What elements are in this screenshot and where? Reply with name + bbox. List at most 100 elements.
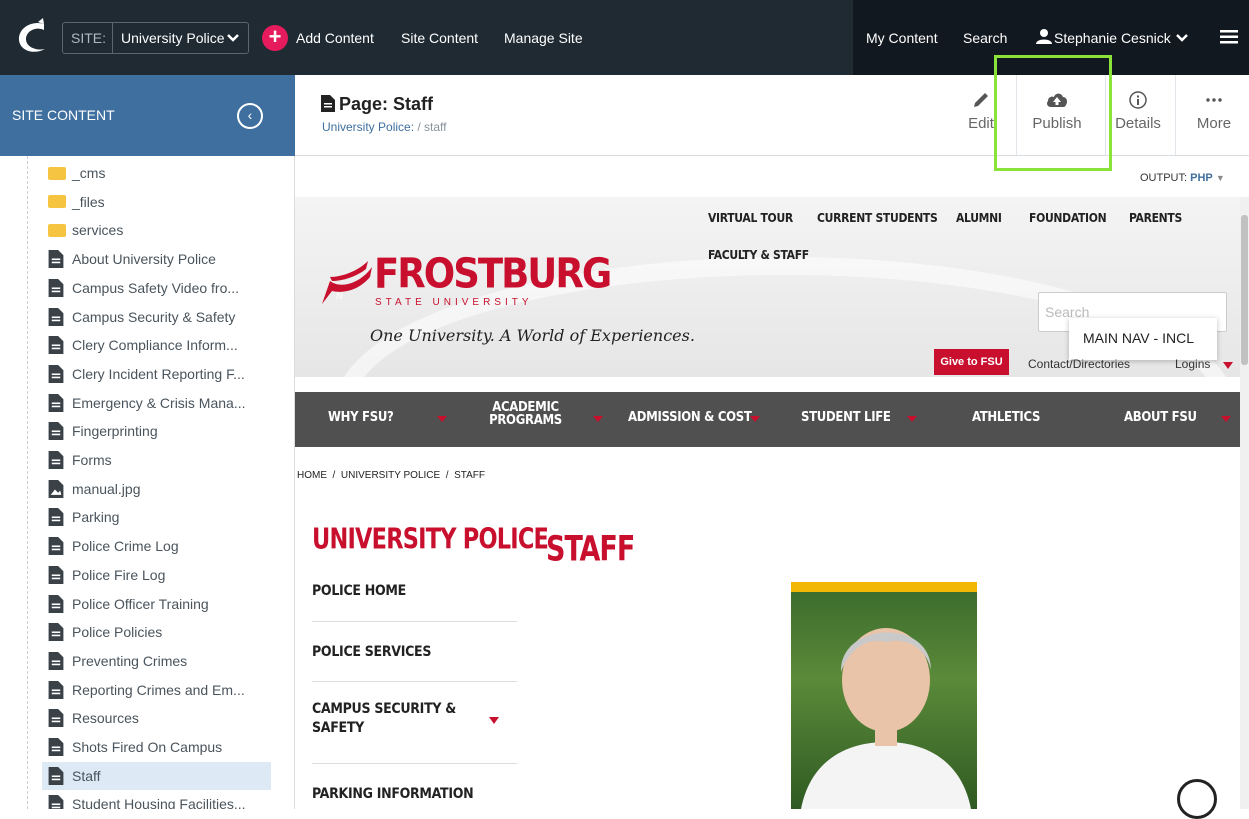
folder-icon (48, 166, 66, 180)
tree-page-item[interactable]: Resources (42, 704, 271, 732)
tree-item-label: Resources (72, 710, 139, 727)
user-menu[interactable]: Stephanie Cesnick (1054, 30, 1171, 46)
utility-link-current-students[interactable]: CURRENT STUDENTS (817, 211, 938, 225)
tree-page-item[interactable]: Student Housing Facilities... (42, 790, 271, 809)
search-link[interactable]: Search (963, 30, 1007, 46)
left-nav-parking-information[interactable]: PARKING INFORMATION (312, 764, 517, 809)
tree-page-item[interactable]: Police Officer Training (42, 590, 271, 618)
page-preview[interactable]: VIRTUAL TOUR CURRENT STUDENTS ALUMNI FOU… (295, 197, 1240, 809)
preview-scrollbar[interactable] (1240, 197, 1249, 809)
tree-page-item[interactable]: manual.jpg (42, 475, 271, 503)
caret-down-icon (593, 416, 603, 422)
more-button[interactable]: More (1192, 91, 1236, 132)
chevron-down-icon (227, 34, 239, 42)
left-nav-police-home[interactable]: POLICE HOME (312, 572, 517, 622)
details-button[interactable]: Details (1110, 91, 1166, 132)
left-nav-campus-security[interactable]: CAMPUS SECURITY & SAFETY (312, 682, 517, 764)
tree-item-label: Staff (72, 767, 101, 784)
tree-page-item[interactable]: Preventing Crimes (42, 647, 271, 675)
tree-page-item[interactable]: Clery Incident Reporting F... (42, 360, 271, 388)
nav-academic-programs[interactable]: ACADEMIC PROGRAMS (488, 401, 563, 427)
tree-page-item[interactable]: Forms (42, 446, 271, 474)
user-icon (1036, 29, 1052, 44)
cascade-logo-icon[interactable] (14, 18, 50, 56)
add-content-plus-icon[interactable]: + (262, 25, 288, 51)
nav-about-fsu[interactable]: ABOUT FSU (1124, 410, 1197, 425)
tree-folder-item[interactable]: _files (42, 188, 271, 216)
site-selector[interactable]: SITE: University Police (62, 22, 249, 54)
details-label: Details (1115, 115, 1161, 132)
tree-page-item[interactable]: Campus Security & Safety (42, 303, 271, 331)
scrollbar-thumb[interactable] (1241, 215, 1248, 365)
toolbar-divider (1175, 75, 1176, 155)
tree-page-item[interactable]: Staff (42, 761, 271, 790)
output-selector[interactable]: OUTPUT: PHP ▼ (1140, 172, 1225, 184)
nav-student-life[interactable]: STUDENT LIFE (801, 410, 891, 425)
tree-page-item[interactable]: Fingerprinting (42, 417, 271, 445)
tree-folder-item[interactable]: services (42, 216, 271, 244)
utility-link-faculty-staff[interactable]: FACULTY & STAFF (708, 248, 809, 262)
tree-item-label: _cms (72, 165, 106, 181)
page-heading: STAFF (546, 529, 635, 570)
folder-icon (48, 195, 66, 209)
tree-item-label: Emergency & Crisis Mana... (72, 394, 246, 411)
site-selector-label: SITE: (63, 23, 114, 53)
give-to-fsu-button[interactable]: Give to FSU (934, 349, 1009, 375)
page-icon (48, 738, 64, 756)
tree-page-item[interactable]: Police Crime Log (42, 532, 271, 560)
utility-link-parents[interactable]: PARENTS (1129, 211, 1182, 225)
tree-page-item[interactable]: Police Fire Log (42, 561, 271, 589)
tree-page-item[interactable]: Shots Fired On Campus (42, 733, 271, 761)
fsu-wordmark-logo[interactable]: FROSTBURG (374, 250, 612, 297)
add-content-link[interactable]: Add Content (296, 30, 374, 46)
main-navigation: WHY FSU? ACADEMIC PROGRAMS ADMISSION & C… (295, 392, 1240, 447)
tree-item-label: _files (72, 193, 105, 210)
utility-link-foundation[interactable]: FOUNDATION (1029, 211, 1107, 225)
breadcrumb-current: / staff (417, 120, 447, 134)
tree-page-item[interactable]: About University Police (42, 245, 271, 273)
utility-link-alumni[interactable]: ALUMNI (956, 211, 1002, 225)
staff-photo (791, 592, 977, 809)
nav-why-fsu[interactable]: WHY FSU? (328, 410, 394, 425)
contact-directories-link[interactable]: Contact/Directories (1028, 357, 1130, 371)
page-icon (48, 393, 64, 412)
sidebar-title: SITE CONTENT (12, 107, 115, 123)
site-content-link[interactable]: Site Content (401, 30, 478, 46)
tree-folder-item[interactable]: _cms (42, 159, 271, 187)
page-icon (48, 651, 64, 670)
page-icon (48, 307, 64, 326)
tree-page-item[interactable]: Police Policies (42, 618, 271, 646)
tree-page-item[interactable]: Reporting Crimes and Em... (42, 676, 271, 704)
fsu-subtitle: STATE UNIVERSITY (375, 297, 533, 308)
nav-admission-cost[interactable]: ADMISSION & COST (628, 410, 752, 425)
page-icon (48, 709, 64, 728)
caret-down-icon (437, 416, 447, 422)
breadcrumb-site-link[interactable]: University Police: (322, 120, 414, 134)
tree-page-item[interactable]: Parking (42, 503, 271, 531)
breadcrumb: University Police: / staff (322, 120, 447, 134)
hamburger-menu-icon[interactable] (1220, 30, 1238, 44)
site-selector-value: University Police (121, 30, 225, 46)
logins-link[interactable]: Logins (1175, 357, 1210, 371)
page-document-icon (321, 95, 335, 112)
page-icon (48, 451, 64, 469)
chevron-down-icon[interactable] (1176, 32, 1188, 44)
accessibility-icon[interactable] (1177, 779, 1217, 819)
collapse-sidebar-icon[interactable]: ‹ (237, 103, 263, 129)
manage-site-link[interactable]: Manage Site (504, 30, 583, 46)
utility-link-virtual-tour[interactable]: VIRTUAL TOUR (708, 211, 793, 225)
tree-item-label: Police Crime Log (72, 538, 179, 555)
tree-page-item[interactable]: Clery Compliance Inform... (42, 331, 271, 359)
site-content-tree[interactable]: _cms _files services About University Polic… (0, 156, 295, 809)
my-content-link[interactable]: My Content (866, 30, 938, 46)
tree-page-item[interactable]: Campus Safety Video fro... (42, 274, 271, 302)
tree-page-item[interactable]: Emergency & Crisis Mana... (42, 389, 271, 417)
nav-athletics[interactable]: ATHLETICS (972, 410, 1040, 425)
caret-down-icon (907, 416, 917, 422)
pencil-icon (974, 93, 988, 107)
page-title: Page: Staff (321, 94, 433, 115)
left-nav-police-services[interactable]: POLICE SERVICES (312, 622, 517, 682)
tree-item-label: Campus Safety Video fro... (72, 279, 240, 296)
caret-down-icon (750, 416, 760, 422)
publish-highlight-box (994, 55, 1112, 171)
